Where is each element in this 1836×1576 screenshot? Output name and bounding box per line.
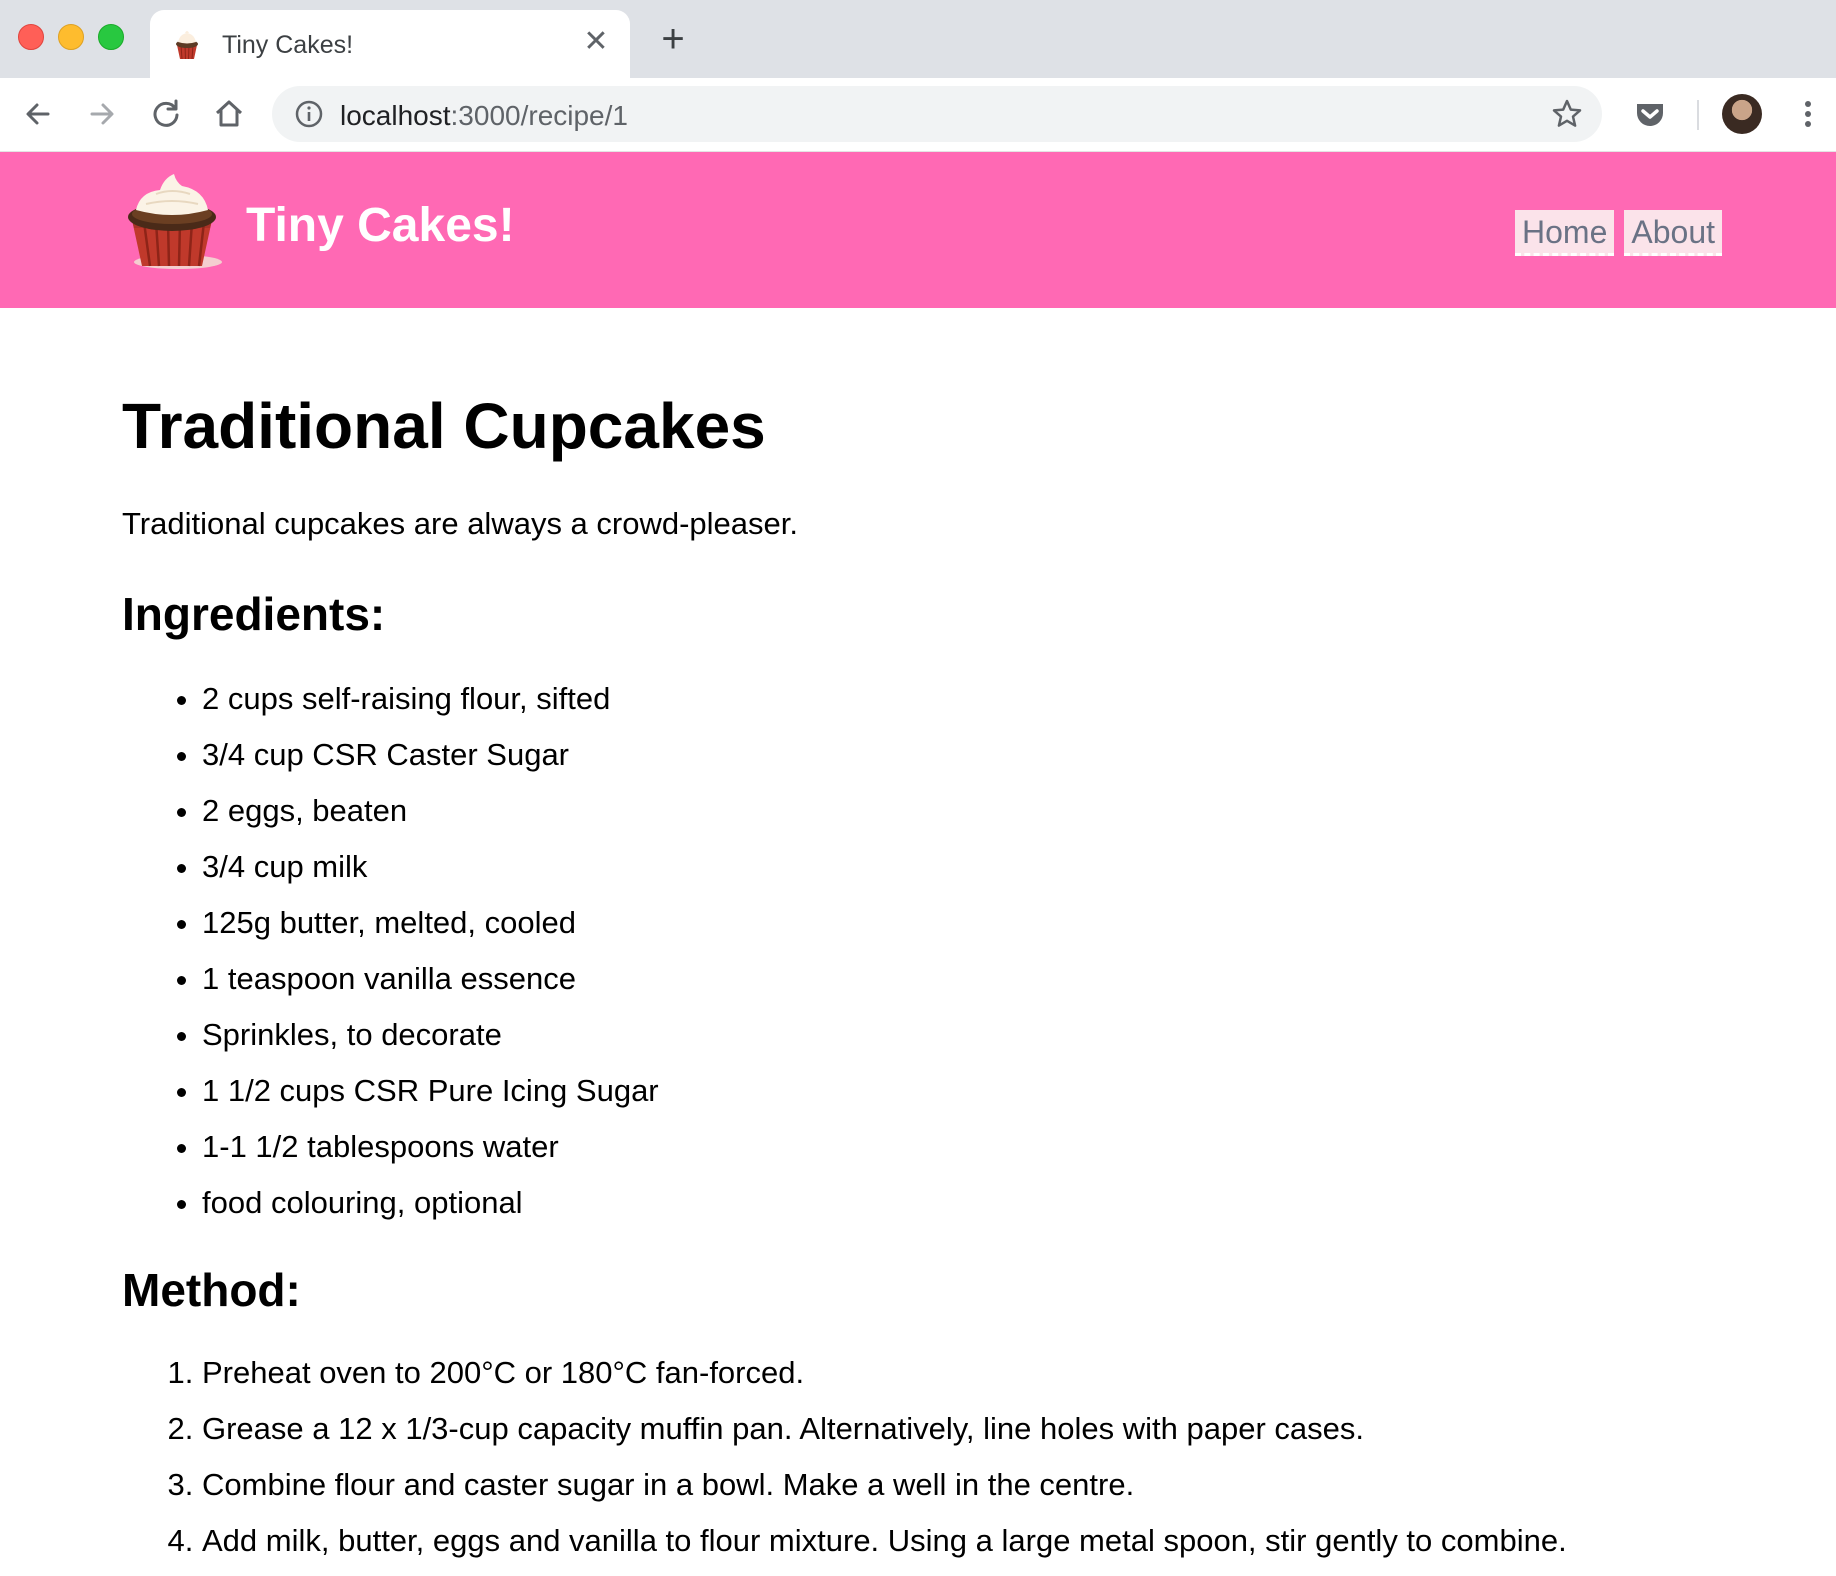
url-path: :3000/recipe/1 [450, 100, 628, 131]
method-step: Grease a 12 x 1/3-cup capacity muffin pa… [202, 1401, 1567, 1457]
method-heading: Method: [122, 1264, 301, 1316]
browser-toolbar: localhost:3000/recipe/1 [0, 78, 1836, 152]
avatar[interactable] [1722, 94, 1762, 134]
ingredient-item: 3/4 cup milk [202, 839, 659, 895]
ingredient-item: Sprinkles, to decorate [202, 1007, 659, 1063]
ingredient-item: 1-1 1/2 tablespoons water [202, 1119, 659, 1175]
new-tab-button[interactable]: + [655, 19, 691, 59]
method-step: Add milk, butter, eggs and vanilla to fl… [202, 1513, 1567, 1569]
forward-arrow-icon [90, 103, 114, 125]
url-host: localhost [340, 100, 451, 131]
reload-button[interactable] [146, 94, 186, 134]
site-title[interactable]: Tiny Cakes! [246, 198, 515, 253]
ingredient-item: 1 1/2 cups CSR Pure Icing Sugar [202, 1063, 659, 1119]
tab-close-icon[interactable]: ✕ [580, 26, 612, 58]
reload-icon [153, 99, 179, 127]
nav-link-about[interactable]: About [1624, 210, 1722, 256]
browser-tab-active[interactable]: Tiny Cakes! ✕ [150, 10, 630, 78]
address-bar[interactable]: localhost:3000/recipe/1 [272, 86, 1602, 142]
ingredient-item: 1 teaspoon vanilla essence [202, 951, 659, 1007]
info-icon[interactable] [294, 99, 324, 129]
pocket-icon [1637, 104, 1663, 126]
ingredient-item: 2 cups self-raising flour, sifted [202, 671, 659, 727]
forward-button[interactable] [82, 94, 122, 134]
home-button[interactable] [209, 94, 249, 134]
ingredient-item: 125g butter, melted, cooled [202, 895, 659, 951]
cupcake-icon [128, 174, 222, 269]
window-close-button[interactable] [18, 24, 44, 50]
recipe-description: Traditional cupcakes are always a crowd-… [122, 506, 799, 541]
back-arrow-icon [26, 103, 50, 125]
star-icon[interactable] [1550, 97, 1584, 131]
browser-menu-button[interactable] [1788, 94, 1828, 134]
method-list: Preheat oven to 200°C or 180°C fan-force… [122, 1345, 1567, 1569]
ingredient-item: food colouring, optional [202, 1175, 659, 1231]
method-step: Preheat oven to 200°C or 180°C fan-force… [202, 1345, 1567, 1401]
browser-tabstrip: Tiny Cakes! ✕ + [0, 0, 1836, 78]
site-header: Tiny Cakes! Home About [0, 152, 1836, 308]
cupcake-icon [176, 31, 198, 60]
nav-link-home[interactable]: Home [1515, 210, 1615, 256]
ingredient-item: 3/4 cup CSR Caster Sugar [202, 727, 659, 783]
kebab-menu-icon [1805, 101, 1811, 127]
window-maximize-button[interactable] [98, 24, 124, 50]
method-step: Combine flour and caster sugar in a bowl… [202, 1457, 1567, 1513]
ingredients-heading: Ingredients: [122, 588, 386, 640]
window-minimize-button[interactable] [58, 24, 84, 50]
home-icon [215, 100, 243, 127]
pocket-button[interactable] [1630, 94, 1670, 134]
page-title: Traditional Cupcakes [122, 390, 766, 462]
url-text[interactable]: localhost:3000/recipe/1 [340, 100, 628, 132]
back-button[interactable] [18, 94, 58, 134]
tab-title: Tiny Cakes! [222, 31, 354, 59]
ingredients-list: 2 cups self-raising flour, sifted 3/4 cu… [122, 671, 659, 1231]
toolbar-divider [1697, 100, 1699, 130]
main-nav: Home About [1515, 210, 1722, 256]
ingredient-item: 2 eggs, beaten [202, 783, 659, 839]
